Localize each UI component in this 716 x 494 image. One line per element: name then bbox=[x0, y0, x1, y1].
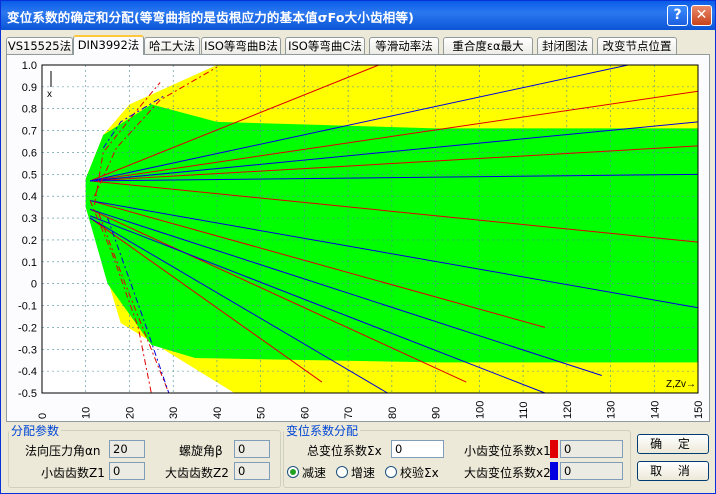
y-tick-label: -0.2 bbox=[18, 322, 37, 334]
y-tick-label: -0.3 bbox=[18, 344, 37, 356]
small-teeth-field[interactable]: 0 bbox=[109, 462, 145, 480]
small-coef-label: 小齿变位系数x1 bbox=[464, 444, 551, 458]
ok-button[interactable]: 确 定 bbox=[637, 434, 709, 454]
y-tick-label: -0.5 bbox=[18, 388, 37, 400]
pressure-angle-field[interactable]: 20 bbox=[109, 440, 145, 458]
y-tick-label: 0.2 bbox=[22, 235, 37, 247]
y-tick-label: 0.8 bbox=[22, 104, 37, 116]
help-button[interactable]: ? bbox=[667, 5, 688, 26]
close-button[interactable]: ✕ bbox=[691, 5, 712, 26]
small-coef-color-swatch bbox=[550, 440, 558, 458]
displacement-chart[interactable]: 0 10 20 30 40 50 60 70 80 90 100 110 120 130 140 150 1.0… bbox=[7, 55, 707, 420]
y-tick-label: 0.6 bbox=[22, 147, 37, 159]
x-tick-label: 80 bbox=[387, 407, 399, 419]
x-tick-label: 120 bbox=[562, 401, 574, 419]
y-tick-label: -0.1 bbox=[18, 301, 37, 313]
y-tick-label: 1.0 bbox=[22, 60, 37, 72]
window-title: 变位系数的确定和分配(等弯曲指的是齿根应力的基本值σFo大小齿相等) bbox=[7, 10, 415, 25]
tab-din3992[interactable]: DIN3992法 bbox=[73, 35, 144, 55]
radio-deceleration[interactable] bbox=[287, 466, 299, 478]
tab-iso-b[interactable]: ISO等弯曲B法 bbox=[201, 37, 281, 54]
x-tick-label: 150 bbox=[693, 401, 705, 419]
x-tick-label: 110 bbox=[518, 401, 530, 419]
large-teeth-field[interactable]: 0 bbox=[234, 462, 270, 480]
coefficient-distribution-legend: 变位系数分配 bbox=[286, 424, 359, 438]
small-coef-field[interactable]: 0 bbox=[560, 440, 623, 458]
x-tick-label: 50 bbox=[256, 407, 268, 419]
x-tick-label: 10 bbox=[81, 407, 93, 419]
helix-angle-label: 螺旋角β bbox=[179, 444, 223, 458]
green-region bbox=[85, 104, 698, 363]
large-teeth-label: 大齿齿数Z2 bbox=[165, 466, 229, 480]
x-tick-label: 20 bbox=[124, 407, 136, 419]
y-tick-label: 0.7 bbox=[22, 126, 37, 138]
y-tick-label: -0.4 bbox=[18, 366, 37, 378]
x-tick-label: 60 bbox=[299, 407, 311, 419]
total-coef-label: 总变位系数Σx bbox=[307, 444, 382, 458]
y-tick-label: 0.9 bbox=[22, 82, 37, 94]
tab-contact-ratio[interactable]: 重合度εα最大 bbox=[443, 37, 533, 54]
large-coef-label: 大齿变位系数x2 bbox=[464, 466, 551, 480]
tab-equal-slide[interactable]: 等滑动率法 bbox=[369, 37, 439, 54]
radio-verify[interactable] bbox=[385, 466, 397, 478]
x-tick-label: 130 bbox=[606, 401, 618, 419]
tab-closed-chart[interactable]: 封闭图法 bbox=[537, 37, 593, 54]
radio-acceleration-label[interactable]: 增速 bbox=[351, 464, 375, 481]
radio-deceleration-label[interactable]: 减速 bbox=[302, 464, 326, 481]
y-axis-label: x bbox=[47, 89, 52, 100]
small-teeth-label: 小齿齿数Z1 bbox=[41, 466, 105, 480]
total-coef-field[interactable]: 0 bbox=[391, 440, 444, 458]
radio-verify-label[interactable]: 校验Σx bbox=[400, 464, 439, 481]
y-tick-label: 0.1 bbox=[22, 257, 37, 269]
x-tick-label: 0 bbox=[37, 413, 49, 419]
pressure-angle-label: 法向压力角αn bbox=[25, 444, 101, 458]
x-axis-label: Z,Zv→ bbox=[666, 379, 696, 390]
y-tick-label: 0 bbox=[31, 279, 37, 291]
y-tick-label: 0.5 bbox=[22, 169, 37, 181]
x-tick-label: 100 bbox=[474, 401, 486, 419]
y-tick-label: 0.4 bbox=[22, 191, 37, 203]
radio-acceleration[interactable] bbox=[336, 466, 348, 478]
tab-pitch-point[interactable]: 改变节点位置 bbox=[597, 37, 677, 54]
y-tick-label: 0.3 bbox=[22, 213, 37, 225]
tab-vs15525[interactable]: VS15525法 bbox=[6, 37, 73, 54]
x-tick-label: 70 bbox=[343, 407, 355, 419]
tab-iso-c[interactable]: ISO等弯曲C法 bbox=[285, 37, 365, 54]
x-tick-label: 90 bbox=[431, 407, 443, 419]
x-tick-label: 40 bbox=[212, 407, 224, 419]
dialog-window: 变位系数的确定和分配(等弯曲指的是齿根应力的基本值σFo大小齿相等) ? ✕ V… bbox=[0, 0, 716, 494]
cancel-button[interactable]: 取 消 bbox=[637, 461, 709, 481]
helix-angle-field[interactable]: 0 bbox=[234, 440, 270, 458]
large-coef-color-swatch bbox=[550, 462, 558, 480]
tab-hit[interactable]: 哈工大法 bbox=[144, 37, 200, 54]
x-tick-label: 140 bbox=[649, 401, 661, 419]
x-tick-label: 30 bbox=[168, 407, 180, 419]
distribution-params-legend: 分配参数 bbox=[11, 424, 60, 438]
large-coef-field[interactable]: 0 bbox=[560, 462, 623, 480]
title-bar: 变位系数的确定和分配(等弯曲指的是齿根应力的基本值σFo大小齿相等) ? ✕ bbox=[1, 1, 715, 30]
